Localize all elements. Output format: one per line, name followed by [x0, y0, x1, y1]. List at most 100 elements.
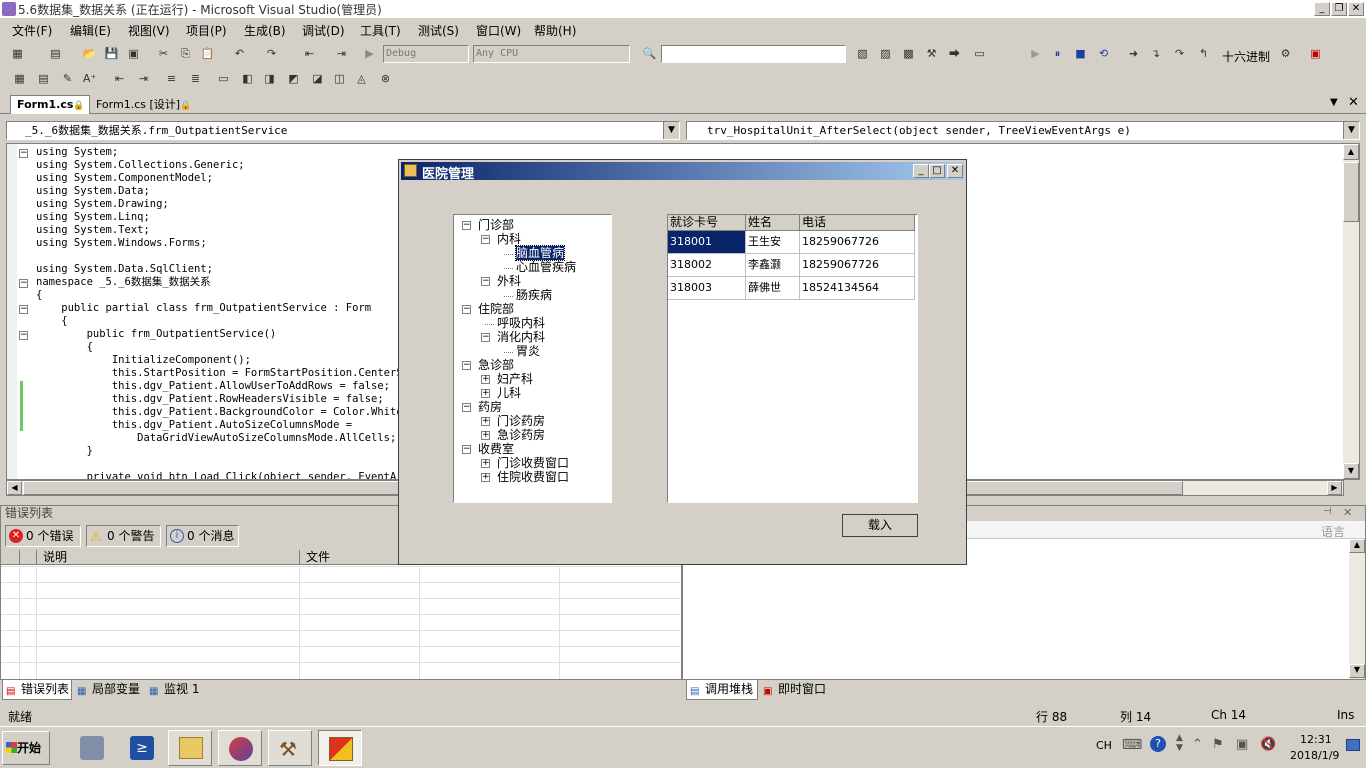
menu-help[interactable]: 帮助(H) — [534, 22, 576, 39]
grid-cell[interactable]: 18259067726 — [800, 231, 915, 254]
menu-window[interactable]: 窗口(W) — [476, 22, 521, 39]
menu-file[interactable]: 文件(F) — [12, 22, 52, 39]
menu-view[interactable]: 视图(V) — [128, 22, 170, 39]
visual-studio-icon[interactable] — [218, 730, 262, 766]
collapse-icon[interactable]: − — [19, 279, 28, 288]
other-windows-icon[interactable]: ▭ — [970, 45, 989, 62]
prev-bookmark-folder-icon[interactable]: ◩ — [284, 70, 303, 87]
member-combo[interactable]: trv_HospitalUnit_AfterSelect(object send… — [686, 121, 1360, 140]
scroll-up-icon[interactable]: ▲ — [1349, 539, 1365, 553]
scroll-down-icon[interactable]: ▼ — [1343, 463, 1359, 479]
menu-build[interactable]: 生成(B) — [244, 22, 286, 39]
grid-cell[interactable]: 318002 — [668, 254, 746, 277]
tab-form1-designer[interactable]: Form1.cs [设计]🔒 — [92, 97, 206, 113]
tree-node[interactable]: 肠疾病 — [516, 288, 552, 302]
grid-cell[interactable]: 18259067726 — [800, 254, 915, 277]
cut-icon[interactable]: ✂ — [154, 45, 173, 62]
next-bookmark-doc-icon[interactable]: ◬ — [352, 70, 371, 87]
grid-column-header[interactable]: 就诊卡号 — [668, 215, 746, 231]
expand-icon[interactable]: + — [481, 459, 490, 468]
error-list-grid[interactable] — [1, 566, 681, 679]
collapse-icon[interactable]: − — [462, 445, 471, 454]
tab-form1-cs[interactable]: Form1.cs🔒 — [10, 95, 90, 114]
tree-node[interactable]: 外科 — [497, 274, 521, 288]
expand-icon[interactable]: + — [481, 389, 490, 398]
powershell-icon[interactable]: ≥ — [120, 730, 164, 766]
object-browser-icon[interactable]: ▩ — [899, 45, 918, 62]
grid-cell[interactable]: 李鑫灏 — [746, 254, 800, 277]
tree-node[interactable]: 内科 — [497, 232, 521, 246]
start-button[interactable]: 开始 — [2, 731, 50, 765]
patient-grid[interactable]: 就诊卡号 姓名 电话 318001 王生安 18259067726 318002 李鑫灏 182… — [667, 214, 918, 503]
tree-node[interactable]: 收费室 — [478, 442, 514, 456]
paste-icon[interactable]: 📋 — [198, 45, 217, 62]
menu-tools[interactable]: 工具(T) — [360, 22, 401, 39]
grid-cell[interactable]: 王生安 — [746, 231, 800, 254]
tab-immediate-window[interactable]: ▣ 即时窗口 — [760, 680, 832, 700]
expand-icon[interactable]: + — [481, 473, 490, 482]
quick-info-icon[interactable]: ✎ — [58, 70, 77, 87]
save-all-icon[interactable]: ▣ — [124, 45, 143, 62]
properties-icon[interactable]: ▨ — [876, 45, 895, 62]
comment-icon[interactable]: ≡ — [162, 70, 181, 87]
warnings-filter-button[interactable]: ⚠ 0 个警告 — [86, 525, 161, 547]
clear-bookmarks-icon[interactable]: ⊗ — [376, 70, 395, 87]
action-center-flag-icon[interactable]: ⚑ — [1212, 737, 1224, 752]
tree-node[interactable]: 胃炎 — [516, 344, 540, 358]
tree-node[interactable]: 妇产科 — [497, 372, 533, 386]
dialog-maximize-button[interactable]: □ — [929, 164, 945, 178]
tab-call-stack[interactable]: ▤ 调用堆栈 — [686, 680, 758, 700]
add-item-icon[interactable]: ▤ — [46, 45, 65, 62]
column-description[interactable]: 说明 — [43, 550, 67, 565]
help-icon[interactable]: ? — [1150, 736, 1166, 752]
breakpoint-margin[interactable] — [7, 144, 17, 479]
scroll-thumb[interactable] — [1343, 162, 1359, 222]
menu-project[interactable]: 项目(P) — [186, 22, 227, 39]
open-file-icon[interactable]: 📂 — [80, 45, 99, 62]
column-language[interactable]: 语言 — [1321, 523, 1345, 540]
tree-node[interactable]: 住院部 — [478, 302, 514, 316]
find-combo[interactable] — [661, 45, 846, 63]
grid-cell[interactable]: 318001 — [668, 231, 746, 254]
grid-cell[interactable]: 薛佛世 — [746, 277, 800, 300]
network-icon[interactable]: ▣ — [1236, 737, 1248, 752]
hospital-unit-tree[interactable]: − 门诊部 − 内科 脑血管病 心血管疾病 − 外科 肠疾病 − 住院部 呼吸内科 − 消化内科 胃炎 − 急诊… — [453, 214, 612, 503]
messages-filter-button[interactable]: i 0 个消息 — [166, 525, 239, 547]
tree-node[interactable]: 急诊药房 — [497, 428, 545, 442]
collapse-icon[interactable]: − — [462, 305, 471, 314]
server-manager-icon[interactable] — [70, 730, 114, 766]
stop-debugging-icon[interactable]: ■ — [1071, 45, 1090, 62]
errors-filter-button[interactable]: ✕ 0 个错误 — [5, 525, 81, 547]
dialog-close-button[interactable]: ✕ — [947, 164, 963, 178]
save-icon[interactable]: 💾 — [102, 45, 121, 62]
tree-node[interactable]: 急诊部 — [478, 358, 514, 372]
clock-date[interactable]: 2018/1/9 — [1290, 749, 1339, 762]
redo-icon[interactable]: ↷ — [262, 45, 281, 62]
copy-icon[interactable]: ⎘ — [176, 45, 195, 62]
scroll-down-icon[interactable]: ▼ — [1349, 664, 1365, 678]
tree-node[interactable]: 心血管疾病 — [516, 260, 576, 274]
tree-node[interactable]: 药房 — [478, 400, 502, 414]
tab-locals[interactable]: ▦ 局部变量 — [74, 680, 144, 700]
start-page-icon[interactable]: ⮕ — [945, 45, 964, 62]
increase-indent-icon[interactable]: ⇥ — [134, 70, 153, 87]
collapse-icon[interactable]: − — [481, 277, 490, 286]
scroll-left-icon[interactable]: ◀ — [7, 481, 22, 495]
tree-node[interactable]: 住院收费窗口 — [497, 470, 569, 484]
scroll-right-icon[interactable]: ▶ — [1327, 481, 1342, 495]
vertical-scrollbar[interactable]: ▲ ▼ — [1349, 539, 1365, 679]
new-project-icon[interactable]: ▦ — [8, 45, 27, 62]
class-combo[interactable]: _5._6数据集_数据关系.frm_OutpatientService ▼ — [6, 121, 680, 140]
explorer-icon[interactable] — [168, 730, 212, 766]
tree-node[interactable]: 门诊收费窗口 — [497, 456, 569, 470]
running-app-icon[interactable] — [318, 730, 362, 766]
collapse-icon[interactable]: − — [19, 331, 28, 340]
toolbox-icon[interactable]: ⚒ — [922, 45, 941, 62]
start-debug-icon[interactable]: ▶ — [360, 45, 379, 62]
dialog-minimize-button[interactable]: _ — [913, 164, 929, 178]
expand-icon[interactable]: + — [481, 431, 490, 440]
close-button[interactable]: ✕ — [1348, 2, 1364, 16]
keyboard-icon[interactable]: ⌨ — [1122, 737, 1142, 753]
restart-icon[interactable]: ⟲ — [1094, 45, 1113, 62]
close-document-icon[interactable]: ✕ — [1348, 95, 1359, 110]
